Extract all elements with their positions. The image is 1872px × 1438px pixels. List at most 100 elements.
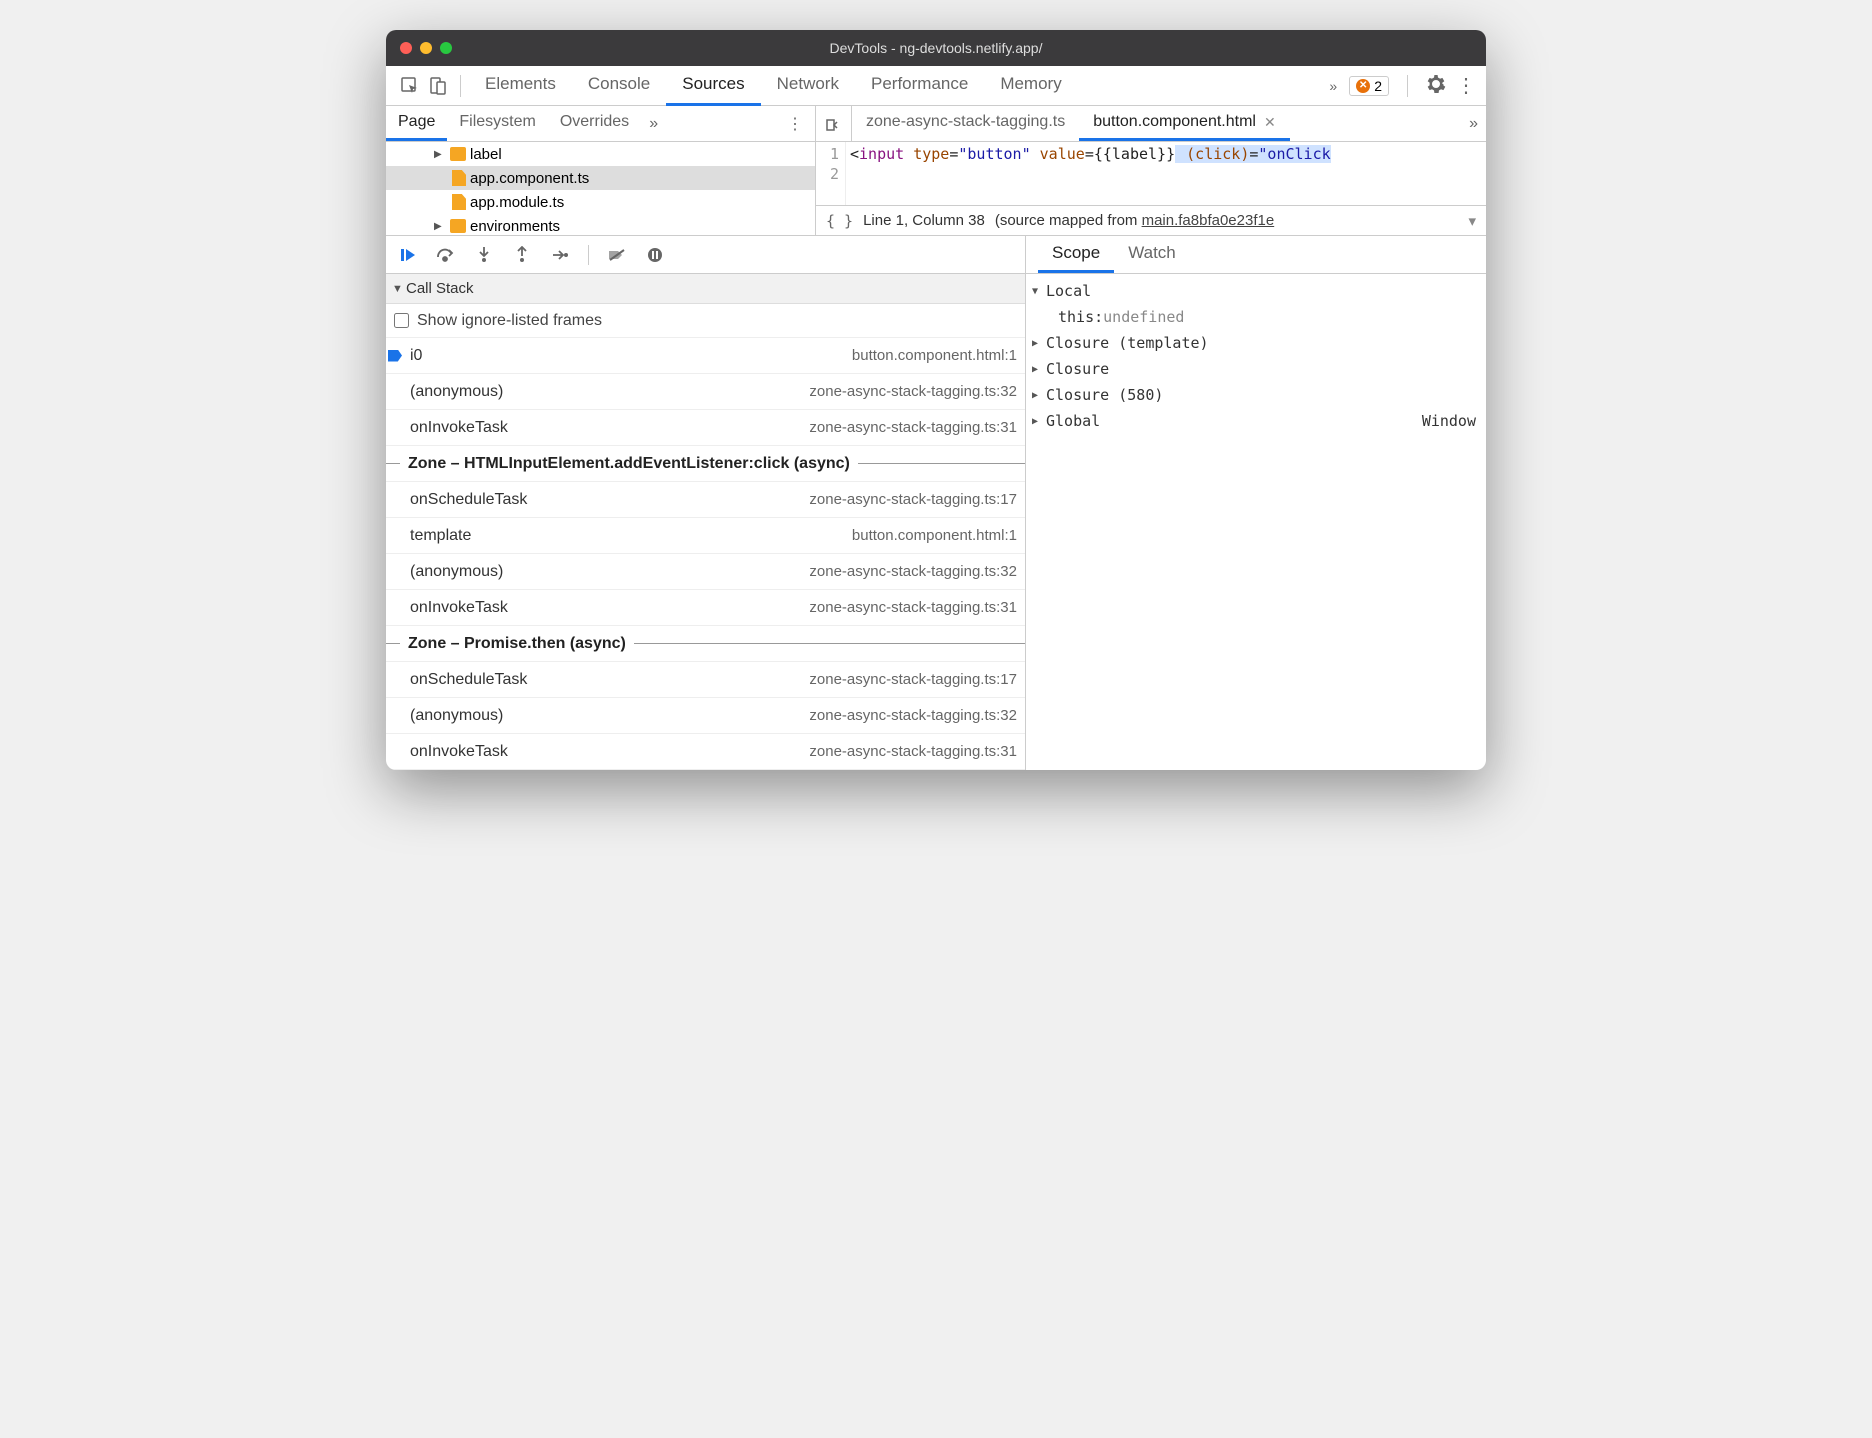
- more-file-tabs-icon[interactable]: »: [1461, 106, 1486, 141]
- debug-toolbar: [386, 236, 1025, 274]
- cursor-position: Line 1, Column 38: [863, 212, 985, 229]
- file-tab-zone-async-stack-tagging-ts[interactable]: zone-async-stack-tagging.ts: [852, 106, 1079, 141]
- step-icon[interactable]: [550, 245, 570, 265]
- separator: [460, 75, 461, 97]
- chevron-icon: ▶: [1032, 338, 1046, 349]
- more-tabs-icon[interactable]: »: [1329, 78, 1337, 94]
- ignore-listed-checkbox[interactable]: [394, 313, 409, 328]
- devtools-window: DevTools - ng-devtools.netlify.app/ Elem…: [386, 30, 1486, 770]
- navigator-tab-page[interactable]: Page: [386, 106, 447, 141]
- close-icon[interactable]: ✕: [1264, 114, 1276, 131]
- callstack-header[interactable]: ▼ Call Stack: [386, 274, 1025, 304]
- file-icon: [452, 170, 466, 186]
- scope-item[interactable]: ▶GlobalWindow: [1026, 408, 1486, 434]
- scope-item[interactable]: ▶Closure (template): [1026, 330, 1486, 356]
- main-tab-performance[interactable]: Performance: [855, 66, 984, 106]
- scope-item[interactable]: ▼Local: [1026, 278, 1486, 304]
- navigator-tab-overrides[interactable]: Overrides: [548, 106, 641, 141]
- stack-frame[interactable]: (anonymous)zone-async-stack-tagging.ts:3…: [386, 554, 1025, 590]
- source-mapped: (source mapped from main.fa8bfa0e23f1e: [995, 212, 1274, 229]
- chevron-icon: ▶: [1032, 390, 1046, 401]
- scope-item[interactable]: this: undefined: [1026, 304, 1486, 330]
- traffic-lights: [400, 42, 452, 54]
- navigator-kebab-icon[interactable]: ⋮: [775, 106, 815, 141]
- main-tab-elements[interactable]: Elements: [469, 66, 572, 106]
- toolbar-right: ✕ 2 ⋮: [1349, 73, 1476, 98]
- step-into-icon[interactable]: [474, 245, 494, 265]
- window-title: DevTools - ng-devtools.netlify.app/: [386, 40, 1486, 56]
- scope-item[interactable]: ▶Closure (580): [1026, 382, 1486, 408]
- navigator-tab-filesystem[interactable]: Filesystem: [447, 106, 547, 141]
- gear-icon[interactable]: [1426, 74, 1446, 97]
- error-badge[interactable]: ✕ 2: [1349, 76, 1389, 96]
- main-tab-sources[interactable]: Sources: [666, 66, 760, 106]
- main-toolbar: ElementsConsoleSourcesNetworkPerformance…: [386, 66, 1486, 106]
- more-navigator-tabs-icon[interactable]: »: [641, 106, 666, 141]
- resume-icon[interactable]: [398, 245, 418, 265]
- inspect-icon[interactable]: [396, 72, 424, 100]
- device-toggle-icon[interactable]: [424, 72, 452, 100]
- error-count: 2: [1374, 78, 1382, 94]
- file-tabs: zone-async-stack-tagging.tsbutton.compon…: [816, 106, 1486, 142]
- scope-item[interactable]: ▶Closure: [1026, 356, 1486, 382]
- gutter: 12: [816, 142, 846, 205]
- file-tab-button-component-html[interactable]: button.component.html✕: [1079, 106, 1290, 141]
- main-tabs: ElementsConsoleSourcesNetworkPerformance…: [469, 66, 1329, 106]
- stack-frame[interactable]: (anonymous)zone-async-stack-tagging.ts:3…: [386, 374, 1025, 410]
- editor-pane: zone-async-stack-tagging.tsbutton.compon…: [816, 106, 1486, 235]
- separator: [588, 245, 589, 265]
- chevron-icon: ▼: [1032, 286, 1046, 297]
- tree-folder-label[interactable]: ▶label: [386, 142, 815, 166]
- stack-frame[interactable]: i0button.component.html:1: [386, 338, 1025, 374]
- chevron-right-icon: ▶: [434, 221, 446, 232]
- tree-file-app-component-ts[interactable]: app.component.ts: [386, 166, 815, 190]
- stack-frame[interactable]: onScheduleTaskzone-async-stack-tagging.t…: [386, 662, 1025, 698]
- stack-frame[interactable]: onScheduleTaskzone-async-stack-tagging.t…: [386, 482, 1025, 518]
- maximize-window-icon[interactable]: [440, 42, 452, 54]
- navigator-pane: PageFilesystemOverrides» ⋮ ▶labelapp.comp…: [386, 106, 816, 235]
- chevron-icon: ▶: [1032, 364, 1046, 375]
- file-icon: [452, 194, 466, 210]
- step-over-icon[interactable]: [436, 245, 456, 265]
- main-tab-console[interactable]: Console: [572, 66, 666, 106]
- ignore-listed-row[interactable]: Show ignore-listed frames: [386, 304, 1025, 338]
- tree-folder-environments[interactable]: ▶environments: [386, 214, 815, 235]
- stack-frame[interactable]: onInvokeTaskzone-async-stack-tagging.ts:…: [386, 590, 1025, 626]
- callstack-list: i0button.component.html:1(anonymous)zone…: [386, 338, 1025, 770]
- pause-on-exceptions-icon[interactable]: [645, 245, 665, 265]
- scope-pane: ScopeWatch ▼Localthis: undefined▶Closure…: [1026, 236, 1486, 770]
- minimize-window-icon[interactable]: [420, 42, 432, 54]
- close-window-icon[interactable]: [400, 42, 412, 54]
- code-lines: <input type="button" value={{label}} (cl…: [846, 142, 1486, 205]
- async-separator: Zone – HTMLInputElement.addEventListener…: [386, 446, 1025, 482]
- chevron-right-icon: ▶: [434, 149, 446, 160]
- main-tab-network[interactable]: Network: [761, 66, 855, 106]
- nav-file-icon[interactable]: [816, 106, 852, 141]
- editor-status: { } Line 1, Column 38 (source mapped fro…: [816, 205, 1486, 235]
- debugger-pane: ▼ Call Stack Show ignore-listed frames i…: [386, 236, 1026, 770]
- separator: [1407, 75, 1408, 97]
- navigator-tabs: PageFilesystemOverrides» ⋮: [386, 106, 815, 142]
- scope-tabs: ScopeWatch: [1026, 236, 1486, 274]
- chevron-icon: ▶: [1032, 416, 1046, 427]
- stack-frame[interactable]: templatebutton.component.html:1: [386, 518, 1025, 554]
- disclosure-icon: ▼: [392, 283, 406, 295]
- scope-tab-watch[interactable]: Watch: [1114, 236, 1190, 273]
- async-separator: Zone – Promise.then (async): [386, 626, 1025, 662]
- scope-tab-scope[interactable]: Scope: [1038, 236, 1114, 273]
- error-icon: ✕: [1356, 79, 1370, 93]
- deactivate-breakpoints-icon[interactable]: [607, 245, 627, 265]
- kebab-icon[interactable]: ⋮: [1456, 73, 1476, 98]
- bookmark-icon[interactable]: ▾: [1468, 212, 1476, 230]
- stack-frame[interactable]: (anonymous)zone-async-stack-tagging.ts:3…: [386, 698, 1025, 734]
- code-editor[interactable]: 12 <input type="button" value={{label}} …: [816, 142, 1486, 205]
- main-tab-memory[interactable]: Memory: [984, 66, 1077, 106]
- folder-icon: [450, 219, 466, 233]
- scope-list: ▼Localthis: undefined▶Closure (template)…: [1026, 274, 1486, 438]
- tree-file-app-module-ts[interactable]: app.module.ts: [386, 190, 815, 214]
- pretty-print-icon[interactable]: { }: [826, 212, 853, 230]
- step-out-icon[interactable]: [512, 245, 532, 265]
- titlebar: DevTools - ng-devtools.netlify.app/: [386, 30, 1486, 66]
- stack-frame[interactable]: onInvokeTaskzone-async-stack-tagging.ts:…: [386, 410, 1025, 446]
- stack-frame[interactable]: onInvokeTaskzone-async-stack-tagging.ts:…: [386, 734, 1025, 770]
